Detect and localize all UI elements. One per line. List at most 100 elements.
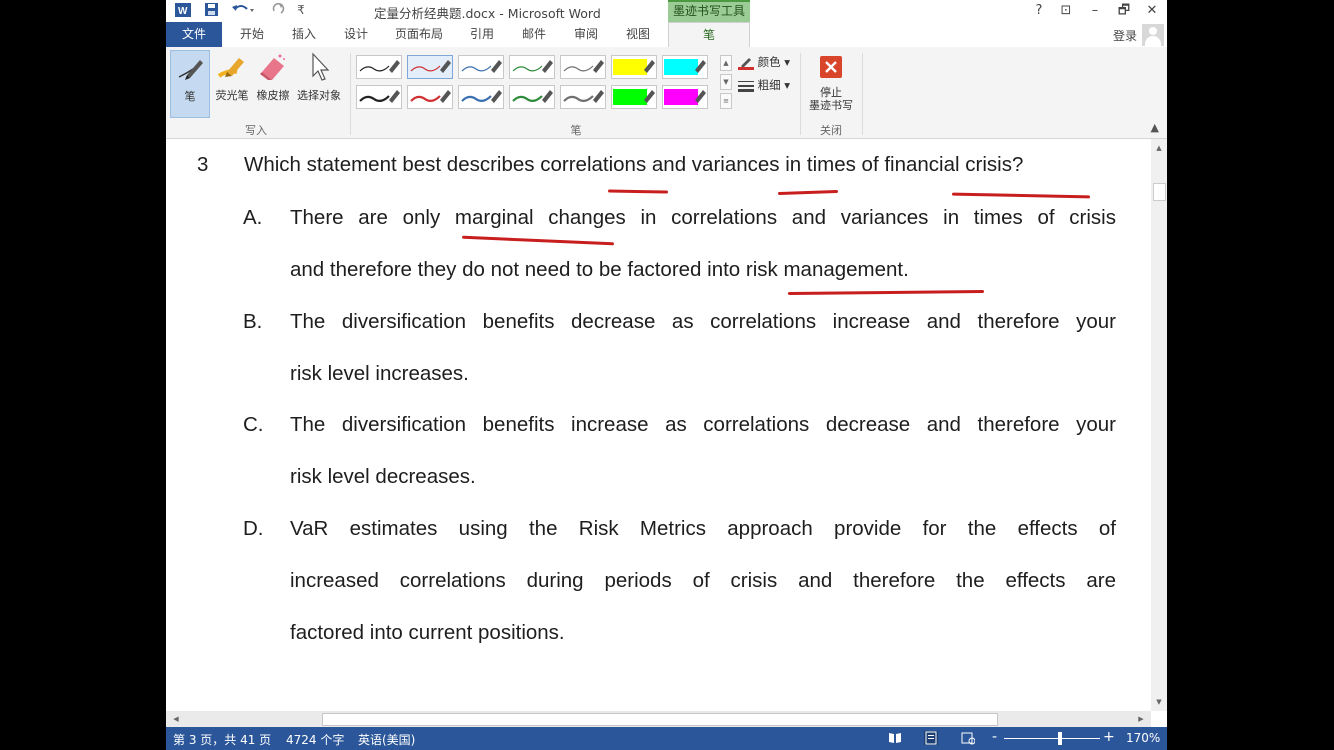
zoom-level[interactable]: 170%	[1126, 731, 1160, 745]
ink-underline[interactable]	[607, 189, 669, 194]
sign-in-link[interactable]: 登录	[1113, 27, 1137, 44]
scroll-down-icon[interactable]: ▼	[1151, 695, 1167, 709]
group-divider	[862, 53, 863, 135]
horizontal-scrollbar[interactable]: ◀ ▶	[166, 711, 1151, 727]
help-icon[interactable]: ?	[1028, 2, 1050, 20]
pen-style-swatch[interactable]	[560, 85, 606, 109]
group-label-write: 写入	[245, 124, 267, 137]
pen-style-swatch[interactable]	[458, 55, 504, 79]
select-objects-button[interactable]: 选择对象	[294, 50, 344, 116]
tab-insert[interactable]: 插入	[284, 22, 324, 47]
save-icon[interactable]	[202, 2, 220, 19]
avatar[interactable]	[1142, 24, 1164, 46]
scroll-right-icon[interactable]: ▶	[1133, 712, 1149, 726]
title-bar: W ₹ 定量分析经典题.docx - Microsoft Word 墨迹书写工具…	[166, 0, 1167, 22]
gallery-more-icon[interactable]: ≡	[720, 93, 732, 109]
tab-pen[interactable]: 笔	[668, 22, 750, 47]
page-count[interactable]: 第 3 页，共 41 页	[173, 731, 271, 748]
question-text: Which statement best describes correlati…	[244, 153, 1024, 176]
ribbon-display-options-icon[interactable]: ⊡	[1055, 2, 1077, 20]
word-app-icon[interactable]: W	[174, 2, 192, 19]
pen-stroke-icon	[563, 60, 604, 73]
tab-file[interactable]: 文件	[166, 22, 222, 47]
scroll-left-icon[interactable]: ◀	[168, 712, 184, 726]
undo-icon[interactable]	[230, 2, 256, 19]
pen-stroke-icon	[512, 60, 553, 73]
option-d-line-3: factored into current positions.	[290, 621, 565, 644]
group-divider	[800, 53, 801, 135]
vertical-scroll-thumb[interactable]	[1153, 183, 1166, 201]
close-button[interactable]: ✕	[1141, 2, 1163, 20]
document-page[interactable]: 3 Which statement best describes correla…	[166, 139, 1151, 711]
pen-style-swatch[interactable]	[611, 85, 657, 109]
redo-icon[interactable]	[268, 2, 286, 19]
pen-style-swatch[interactable]	[458, 85, 504, 109]
pen-stroke-icon	[613, 59, 655, 75]
window-title: 定量分析经典题.docx - Microsoft Word	[374, 6, 601, 21]
gallery-scroll-down-icon[interactable]: ▼	[720, 74, 732, 90]
print-layout-icon[interactable]	[924, 731, 938, 745]
pen-style-swatch[interactable]	[611, 55, 657, 79]
highlighter-button[interactable]: 荧光笔	[212, 50, 252, 116]
collapse-ribbon-icon[interactable]: ▲	[1151, 121, 1159, 134]
pen-stroke-icon	[664, 59, 706, 75]
pen-button[interactable]: 笔	[170, 50, 210, 118]
zoom-in-button[interactable]: +	[1103, 729, 1115, 745]
customize-quick-access-icon[interactable]: ₹	[294, 2, 308, 19]
status-bar: 第 3 页，共 41 页 4724 个字 英语(美国) - + 170%	[166, 727, 1167, 750]
pen-style-swatch[interactable]	[356, 55, 402, 79]
pen-style-swatch[interactable]	[509, 85, 555, 109]
eraser-button[interactable]: 橡皮擦	[253, 50, 293, 116]
ink-underline[interactable]	[951, 192, 1091, 199]
tab-review[interactable]: 审阅	[566, 22, 606, 47]
read-mode-icon[interactable]	[888, 731, 902, 745]
pen-stroke-icon	[563, 90, 604, 103]
pen-style-swatch[interactable]	[407, 55, 453, 79]
tab-home[interactable]: 开始	[232, 22, 272, 47]
ink-underline[interactable]	[462, 235, 614, 246]
ink-underline[interactable]	[777, 189, 839, 196]
option-letter-a: A.	[243, 206, 263, 229]
maximize-button[interactable]: 🗗	[1113, 2, 1135, 20]
pen-style-swatch[interactable]	[407, 85, 453, 109]
pen-stroke-icon	[512, 90, 553, 103]
tab-mailings[interactable]: 邮件	[514, 22, 554, 47]
zoom-slider[interactable]	[1004, 738, 1100, 739]
pen-style-swatch[interactable]	[356, 85, 402, 109]
word-count[interactable]: 4724 个字	[286, 731, 344, 748]
svg-text:W: W	[178, 6, 188, 17]
pen-style-swatch[interactable]	[560, 55, 606, 79]
minimize-button[interactable]: –	[1084, 2, 1106, 20]
ribbon-tabs: 文件 开始 插入 设计 页面布局 引用 邮件 审阅 视图 笔	[166, 22, 1167, 47]
pen-stroke-icon	[461, 90, 502, 103]
option-letter-d: D.	[243, 517, 264, 540]
pen-icon	[173, 51, 207, 85]
pen-thickness-dropdown[interactable]: 粗细 ▾	[738, 77, 790, 93]
tab-design[interactable]: 设计	[336, 22, 376, 47]
ribbon-pen: 笔 荧光笔 橡皮擦 选择对象 写入 ▲ ▼ ≡ 颜色 ▾ 粗细 ▾ 笔 停止 墨…	[166, 47, 1167, 139]
tab-references[interactable]: 引用	[462, 22, 502, 47]
tab-page-layout[interactable]: 页面布局	[388, 22, 450, 47]
group-divider	[350, 53, 351, 135]
zoom-out-button[interactable]: -	[992, 729, 997, 745]
ink-underline[interactable]	[787, 289, 985, 296]
horizontal-scroll-thumb[interactable]	[322, 713, 998, 726]
option-a-line-1: There are only marginal changes in corre…	[290, 206, 1116, 229]
scroll-up-icon[interactable]: ▲	[1151, 141, 1167, 155]
pen-style-swatch[interactable]	[509, 55, 555, 79]
gallery-scroll-up-icon[interactable]: ▲	[720, 55, 732, 71]
web-layout-icon[interactable]	[961, 731, 976, 745]
language-indicator[interactable]: 英语(美国)	[358, 731, 415, 748]
pen-style-swatch[interactable]	[662, 55, 708, 79]
zoom-slider-thumb[interactable]	[1058, 732, 1062, 745]
option-c-line-2: risk level decreases.	[290, 465, 476, 488]
ink-tools-context-group: 墨迹书写工具	[668, 0, 750, 22]
tab-view[interactable]: 视图	[618, 22, 658, 47]
pen-style-swatch[interactable]	[662, 85, 708, 109]
thickness-icon	[738, 80, 754, 92]
group-label-close: 关闭	[820, 124, 842, 137]
question-number: 3	[197, 153, 209, 176]
vertical-scrollbar[interactable]: ▲ ▼	[1151, 139, 1167, 711]
pen-color-dropdown[interactable]: 颜色 ▾	[738, 54, 790, 70]
stop-inking-button[interactable]: 停止 墨迹书写	[802, 50, 860, 116]
